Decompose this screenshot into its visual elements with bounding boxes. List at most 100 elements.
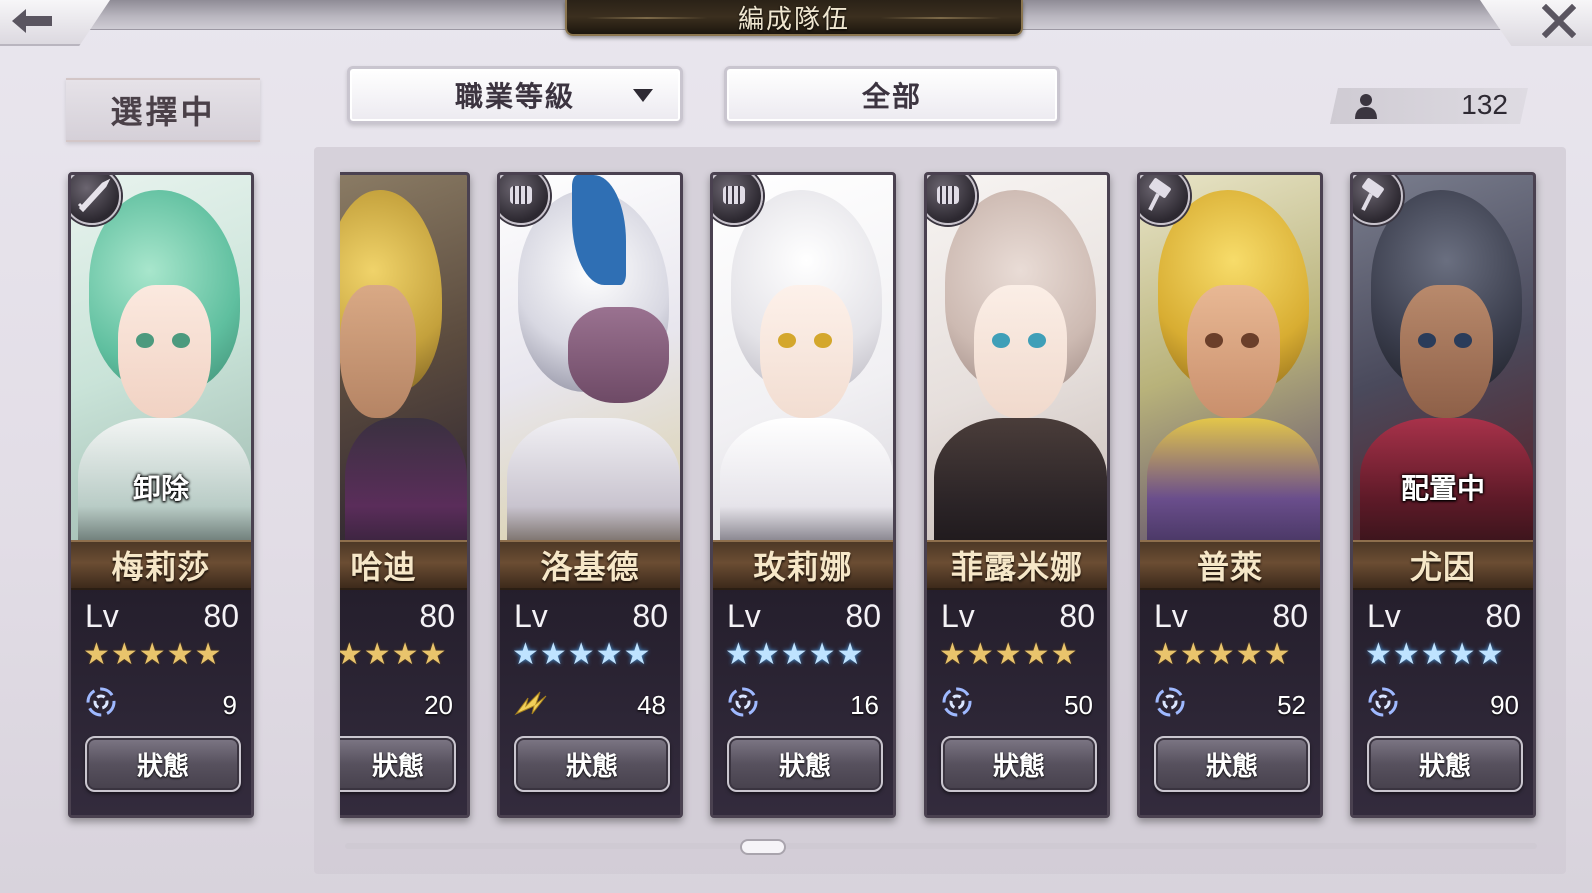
- level-label: Lv: [727, 598, 761, 634]
- selecting-header: 選擇中: [66, 78, 260, 142]
- close-button[interactable]: [1480, 0, 1592, 46]
- character-portrait: 卸除: [71, 175, 251, 543]
- selecting-label: 選擇中: [110, 93, 216, 131]
- character-portrait: [1140, 175, 1320, 543]
- horizontal-scrollbar[interactable]: [345, 843, 1537, 849]
- character-name: 普萊: [1196, 548, 1263, 586]
- rarity-stars: ★★★★★: [512, 637, 652, 672]
- status-button[interactable]: 狀態: [85, 736, 241, 792]
- character-card[interactable]: 菲露米娜 Lv 80 ★★★★★ 50 狀態: [924, 172, 1110, 818]
- character-name-plate: 尤因: [1353, 540, 1533, 590]
- top-bar: 編成隊伍: [0, 0, 1592, 46]
- character-card[interactable]: 玫莉娜 Lv 80 ★★★★★ 16 狀態: [710, 172, 896, 818]
- status-button[interactable]: 狀態: [1367, 736, 1523, 792]
- status-button-label: 狀態: [778, 751, 831, 782]
- level-label: Lv: [941, 598, 975, 634]
- scrollbar-thumb[interactable]: [740, 839, 786, 855]
- character-name: 梅莉莎: [111, 548, 211, 586]
- character-name-plate: 玫莉娜: [713, 540, 893, 590]
- status-button-label: 狀態: [1205, 751, 1258, 782]
- character-portrait: 配置中: [1353, 175, 1533, 543]
- character-portrait: [340, 175, 467, 543]
- back-button[interactable]: [0, 0, 110, 46]
- rarity-stars: ★★★★★: [939, 637, 1079, 672]
- rarity-stars: ★★★★★: [1152, 637, 1292, 672]
- status-button[interactable]: 狀態: [514, 736, 670, 792]
- rarity-stars: ★★★★★: [340, 637, 448, 672]
- status-button-label: 狀態: [992, 751, 1045, 782]
- character-name: 尤因: [1409, 548, 1476, 586]
- cost-value: 9: [222, 690, 237, 720]
- rarity-stars: ★★★★★: [1365, 637, 1505, 672]
- status-button[interactable]: 狀態: [1154, 736, 1310, 792]
- wind-swirl-icon: [942, 687, 972, 717]
- chevron-down-icon: [633, 89, 653, 102]
- character-portrait: [927, 175, 1107, 543]
- level-value: 80: [632, 598, 668, 634]
- character-portrait: [500, 175, 680, 543]
- character-stats: Lv 80 ★★★★★ 50 狀態: [927, 590, 1107, 815]
- status-button-label: 狀態: [136, 751, 189, 782]
- category-filter-label: 全部: [861, 80, 922, 113]
- character-card[interactable]: 配置中 尤因 Lv 80 ★★★★★ 90 狀態: [1350, 172, 1536, 818]
- cost-value: 16: [850, 690, 879, 720]
- status-button[interactable]: 狀態: [727, 736, 883, 792]
- cost-value: 52: [1277, 690, 1306, 720]
- status-button-label: 狀態: [371, 751, 424, 782]
- rarity-stars: ★★★★★: [725, 637, 865, 672]
- wind-swirl-icon: [1368, 687, 1398, 717]
- level-label: Lv: [85, 598, 119, 634]
- status-button[interactable]: 狀態: [340, 736, 456, 792]
- character-stats: 80 ★★★★★ 20 狀態: [340, 590, 467, 815]
- page-title: 編成隊伍: [737, 4, 850, 35]
- character-name-plate: 哈迪: [340, 540, 467, 590]
- unequip-label: 卸除: [132, 472, 189, 505]
- character-name-plate: 洛基德: [500, 540, 680, 590]
- character-name-plate: 普萊: [1140, 540, 1320, 590]
- character-card[interactable]: 哈迪 80 ★★★★★ 20 狀態: [340, 172, 470, 818]
- level-value: 80: [203, 598, 239, 634]
- level-label: Lv: [1154, 598, 1188, 634]
- category-filter-button[interactable]: 全部: [724, 66, 1060, 124]
- character-portrait: [713, 175, 893, 543]
- deployed-label: 配置中: [1400, 472, 1485, 505]
- level-value: 80: [1059, 598, 1095, 634]
- title-plate: 編成隊伍: [565, 0, 1023, 36]
- wind-swirl-icon: [728, 687, 758, 717]
- character-stats: Lv 80 ★★★★★ 9 狀態: [71, 590, 251, 815]
- character-stats: Lv 80 ★★★★★ 52 狀態: [1140, 590, 1320, 815]
- level-value: 80: [1485, 598, 1521, 634]
- selected-character-card[interactable]: 卸除 梅莉莎 Lv 80 ★★★★★ 9 狀態: [68, 172, 254, 818]
- level-label: Lv: [514, 598, 548, 634]
- character-stats: Lv 80 ★★★★★ 48 狀態: [500, 590, 680, 815]
- sort-dropdown-label: 職業等級: [454, 80, 575, 113]
- cost-value: 48: [637, 690, 666, 720]
- cost-value: 90: [1490, 690, 1519, 720]
- cost-value: 20: [424, 690, 453, 720]
- level-label: Lv: [1367, 598, 1401, 634]
- level-value: 80: [845, 598, 881, 634]
- character-name: 洛基德: [540, 548, 640, 586]
- wind-swirl-icon: [1155, 687, 1185, 717]
- person-icon: [1355, 94, 1377, 119]
- status-button-label: 狀態: [1418, 751, 1471, 782]
- close-icon: [1542, 4, 1576, 38]
- cost-value: 50: [1064, 690, 1093, 720]
- unit-count-badge: 132: [1330, 88, 1528, 124]
- character-name: 菲露米娜: [950, 548, 1083, 586]
- character-name: 哈迪: [350, 548, 417, 586]
- sort-dropdown[interactable]: 職業等級: [347, 66, 683, 124]
- character-card[interactable]: 洛基德 Lv 80 ★★★★★ 48 狀態: [497, 172, 683, 818]
- wind-swirl-icon: [86, 687, 116, 717]
- level-value: 80: [419, 598, 455, 634]
- lightning-wing-icon: [514, 691, 547, 716]
- character-name: 玫莉娜: [753, 548, 853, 586]
- character-card[interactable]: 普萊 Lv 80 ★★★★★ 52 狀態: [1137, 172, 1323, 818]
- character-stats: Lv 80 ★★★★★ 90 狀態: [1353, 590, 1533, 815]
- status-button[interactable]: 狀態: [941, 736, 1097, 792]
- arrow-left-icon: [12, 9, 52, 33]
- status-button-label: 狀態: [565, 751, 618, 782]
- rarity-stars: ★★★★★: [83, 637, 223, 672]
- unit-count-value: 132: [1461, 89, 1508, 120]
- character-name-plate: 梅莉莎: [71, 540, 251, 590]
